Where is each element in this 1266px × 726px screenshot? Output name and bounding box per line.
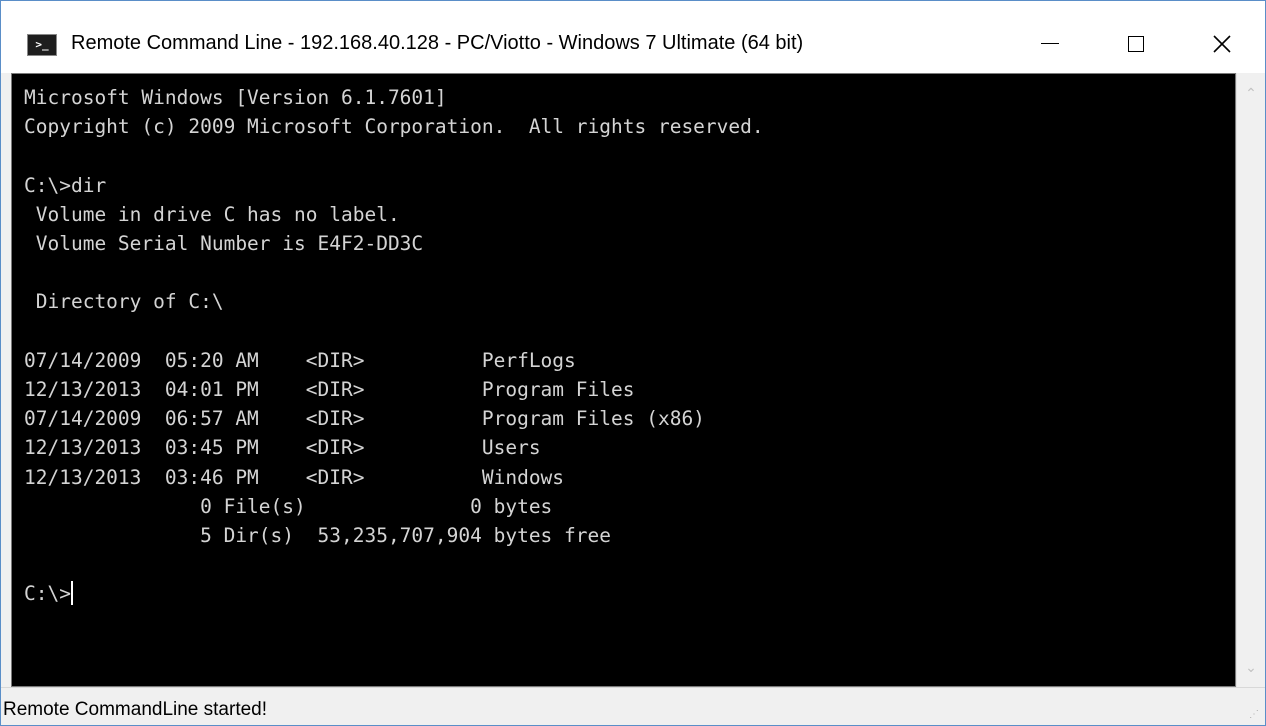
minimize-icon (1041, 43, 1059, 44)
maximize-icon (1128, 35, 1144, 52)
resize-grip-icon[interactable]: ⋰ (1249, 709, 1261, 721)
window-title: Remote Command Line - 192.168.40.128 - P… (71, 32, 804, 54)
scroll-up-icon[interactable]: ⌃ (1237, 77, 1265, 109)
scroll-down-icon[interactable]: ⌄ (1237, 651, 1265, 683)
close-icon (1213, 34, 1231, 53)
text-cursor (70, 581, 73, 606)
terminal-history: Microsoft Windows [Version 6.1.7601] Cop… (24, 86, 764, 548)
maximize-button[interactable] (1093, 14, 1179, 73)
status-text: Remote CommandLine started! (3, 699, 268, 720)
title-bar[interactable]: >_ Remote Command Line - 192.168.40.128 … (1, 1, 1265, 73)
command-prompt-icon: >_ (27, 34, 57, 56)
status-bar: Remote CommandLine started! ⋰ (1, 687, 1265, 725)
terminal-text: Microsoft Windows [Version 6.1.7601] Cop… (12, 74, 1235, 609)
close-button[interactable] (1179, 14, 1265, 73)
terminal-output[interactable]: Microsoft Windows [Version 6.1.7601] Cop… (11, 73, 1236, 687)
vertical-scrollbar[interactable]: ⌃ ⌄ (1236, 73, 1264, 687)
terminal-prompt: C:\> (24, 582, 71, 606)
remote-command-line-window: >_ Remote Command Line - 192.168.40.128 … (0, 0, 1266, 726)
minimize-button[interactable] (1007, 14, 1093, 73)
